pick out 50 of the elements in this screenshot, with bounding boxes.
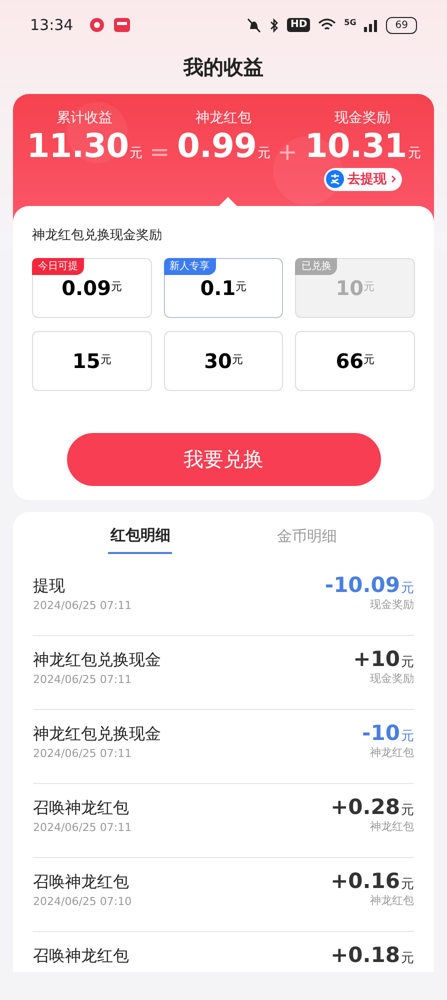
operator-sign: = [150,137,170,168]
record-amount: +0.16元 [330,870,414,894]
record-amount: -10.09元 [324,574,414,598]
app-icon [113,17,132,33]
battery-level: 69 [386,16,417,34]
record-title: 提现 [33,575,66,597]
status-time: 13:34 [30,14,74,36]
notification-icon [89,17,106,33]
network-label: 5G [344,16,356,28]
bluetooth-icon [269,18,280,32]
record-account: 神龙红包 [369,893,414,910]
record-time: 2024/06/25 07:10 [33,894,132,910]
chevron-right-icon [390,175,396,184]
summary-amount: 11.30元 [26,129,142,164]
option-tag: 新人专享 [164,258,216,274]
record-account: 现金奖励 [369,597,414,614]
wallet-logo-icon [326,170,344,188]
record-title: 神龙红包兑换现金 [33,649,161,671]
record-account: 神龙红包 [369,745,414,762]
summary-amount: 10.31 元 [304,129,420,164]
summary-amount: 0.99 元 [177,129,270,164]
tab[interactable]: 红包明细 [108,520,172,554]
record-title: 召唤神龙红包 [33,871,130,893]
record-title: 召唤神龙红包 [33,945,129,967]
record-title: 神龙红包兑换现金 [33,723,161,745]
record-amount: +0.18元 [330,944,414,968]
summary-label: 累计收益 [56,109,112,128]
record-time: 2024/06/25 07:11 [33,820,132,836]
record-time: 2024/06/25 07:11 [33,598,132,614]
summary-label: 神龙红包 [195,109,252,128]
bell-muted-icon [247,18,262,32]
section-title: 神龙红包兑换现金奖励 [32,227,163,245]
option-tag: 已兑换 [295,258,338,274]
record-amount: +10元 [353,648,414,672]
withdraw-button[interactable]: 去提现 [324,168,402,192]
option-tag: 今日可提 [32,258,84,274]
operator-sign: + [277,137,298,168]
signal-icon [364,18,378,32]
hd-indicator: HD [287,18,310,32]
record-account: 现金奖励 [369,671,414,688]
record-amount: +0.28元 [330,796,414,820]
record-amount: -10元 [362,722,414,746]
page-title: 我的收益 [182,54,264,81]
summary-label: 现金奖励 [334,109,391,128]
record-time: 2024/06/25 07:11 [33,746,133,762]
record-title: 召唤神龙红包 [33,797,130,819]
exchange-button[interactable]: 我要兑换 [66,432,380,486]
wifi-icon [318,18,336,32]
record-time: 2024/06/25 07:11 [33,672,133,688]
record-account: 神龙红包 [369,819,414,836]
